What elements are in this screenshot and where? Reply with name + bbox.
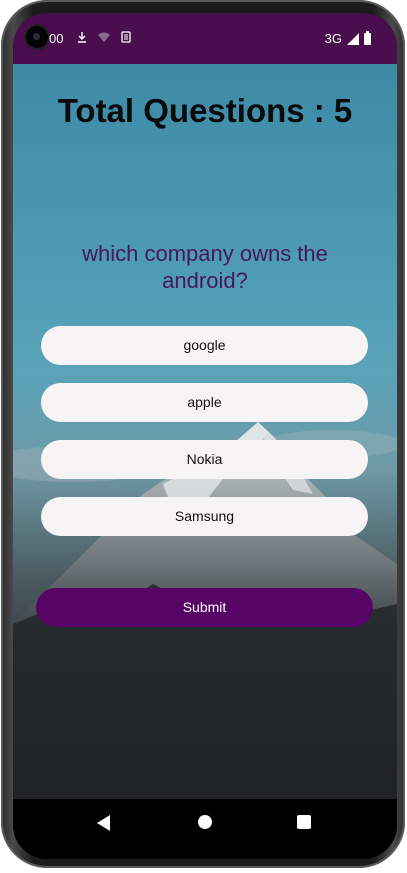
question-text: which company owns the android? bbox=[82, 241, 328, 293]
mountain-background bbox=[13, 422, 397, 799]
network-type: 3G bbox=[324, 31, 342, 46]
signal-icon bbox=[347, 32, 359, 45]
status-time: 00 bbox=[49, 31, 64, 46]
option-button-2[interactable]: apple bbox=[41, 383, 368, 422]
status-icons-left bbox=[77, 31, 131, 43]
sim-icon bbox=[121, 31, 131, 43]
navigation-bar bbox=[13, 799, 397, 859]
status-right: 3G bbox=[324, 30, 371, 46]
back-icon[interactable] bbox=[97, 815, 110, 831]
battery-icon bbox=[364, 30, 371, 45]
camera-cutout bbox=[26, 26, 48, 48]
recents-icon[interactable] bbox=[297, 815, 311, 829]
home-icon[interactable] bbox=[198, 815, 212, 829]
status-bar: 00 3G bbox=[13, 13, 397, 64]
submit-button[interactable]: Submit bbox=[36, 588, 373, 627]
option-button-1[interactable]: google bbox=[41, 326, 368, 365]
download-icon bbox=[78, 32, 86, 43]
total-questions-title: Total Questions : 5 bbox=[57, 92, 353, 129]
quiz-screen: Total Questions : 5 which company owns t… bbox=[13, 64, 397, 799]
option-button-4[interactable]: Samsung bbox=[41, 497, 368, 536]
option-button-3[interactable]: Nokia bbox=[41, 440, 368, 479]
wifi-icon bbox=[98, 32, 110, 42]
screen: 00 3G Total Questions: 5 which company … bbox=[13, 13, 397, 859]
device: 00 3G Total Questions: 5 which company … bbox=[0, 0, 407, 873]
